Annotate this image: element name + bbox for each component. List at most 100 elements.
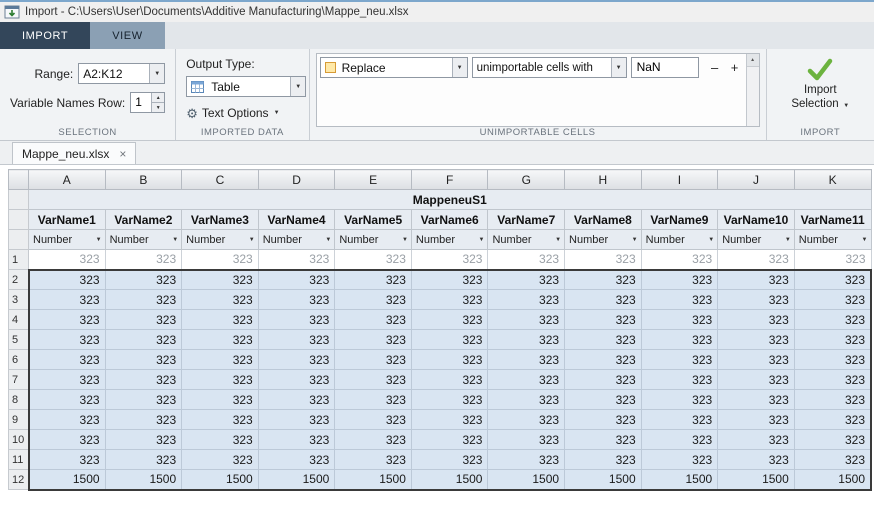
column-header-J[interactable]: J bbox=[718, 170, 795, 190]
grid-cell[interactable]: 323 bbox=[794, 310, 871, 330]
grid-cell[interactable]: 1500 bbox=[105, 470, 182, 490]
grid-cell[interactable]: 323 bbox=[488, 430, 565, 450]
grid-cell[interactable]: 323 bbox=[335, 250, 412, 270]
varname-cell[interactable]: VarName8 bbox=[565, 210, 642, 230]
grid-cell[interactable]: 323 bbox=[488, 310, 565, 330]
grid-cell[interactable]: 323 bbox=[794, 290, 871, 310]
grid-cell[interactable]: 323 bbox=[258, 290, 335, 310]
grid-cell[interactable]: 323 bbox=[488, 370, 565, 390]
grid-cell[interactable]: 323 bbox=[794, 430, 871, 450]
grid-cell[interactable]: 323 bbox=[335, 290, 412, 310]
row-header[interactable]: 8 bbox=[9, 390, 29, 410]
replace-dropdown[interactable]: Replace ▼ bbox=[320, 57, 468, 78]
grid-cell[interactable]: 323 bbox=[29, 390, 106, 410]
row-header[interactable]: 11 bbox=[9, 450, 29, 470]
grid-cell[interactable]: 323 bbox=[565, 350, 642, 370]
type-dropdown[interactable]: Number▼ bbox=[335, 230, 412, 250]
grid-cell[interactable]: 1500 bbox=[411, 470, 488, 490]
grid-cell[interactable]: 323 bbox=[641, 290, 718, 310]
grid-cell[interactable]: 323 bbox=[411, 430, 488, 450]
grid-cell[interactable]: 323 bbox=[29, 290, 106, 310]
grid-cell[interactable]: 1500 bbox=[641, 470, 718, 490]
grid-cell[interactable]: 323 bbox=[641, 370, 718, 390]
grid-cell[interactable]: 323 bbox=[335, 350, 412, 370]
varname-cell[interactable]: VarName4 bbox=[258, 210, 335, 230]
grid-cell[interactable]: 323 bbox=[105, 450, 182, 470]
close-icon[interactable]: × bbox=[119, 147, 126, 161]
grid-cell[interactable]: 323 bbox=[794, 410, 871, 430]
grid-cell[interactable]: 323 bbox=[411, 330, 488, 350]
column-header-I[interactable]: I bbox=[641, 170, 718, 190]
grid-cell[interactable]: 323 bbox=[718, 250, 795, 270]
grid-cell[interactable]: 323 bbox=[105, 250, 182, 270]
grid-cell[interactable]: 323 bbox=[29, 270, 106, 290]
grid-cell[interactable]: 323 bbox=[488, 350, 565, 370]
grid-cell[interactable]: 323 bbox=[258, 270, 335, 290]
grid-cell[interactable]: 1500 bbox=[335, 470, 412, 490]
grid-cell[interactable]: 323 bbox=[411, 390, 488, 410]
grid-cell[interactable]: 323 bbox=[718, 410, 795, 430]
grid-cell[interactable]: 323 bbox=[105, 430, 182, 450]
grid-cell[interactable]: 323 bbox=[565, 270, 642, 290]
grid-cell[interactable]: 323 bbox=[258, 330, 335, 350]
type-dropdown[interactable]: Number▼ bbox=[718, 230, 795, 250]
grid-cell[interactable]: 323 bbox=[641, 330, 718, 350]
type-dropdown[interactable]: Number▼ bbox=[641, 230, 718, 250]
grid-cell[interactable]: 323 bbox=[565, 410, 642, 430]
grid-cell[interactable]: 323 bbox=[718, 390, 795, 410]
grid-cell[interactable]: 323 bbox=[641, 250, 718, 270]
grid-cell[interactable]: 323 bbox=[411, 270, 488, 290]
grid-cell[interactable]: 323 bbox=[641, 350, 718, 370]
grid-cell[interactable]: 323 bbox=[794, 450, 871, 470]
grid-cell[interactable]: 323 bbox=[335, 370, 412, 390]
grid-cell[interactable]: 323 bbox=[411, 310, 488, 330]
grid-cell[interactable]: 323 bbox=[411, 450, 488, 470]
grid-cell[interactable]: 323 bbox=[105, 330, 182, 350]
type-dropdown[interactable]: Number▼ bbox=[411, 230, 488, 250]
spinner-down-icon[interactable]: ▼ bbox=[152, 102, 164, 112]
grid-cell[interactable]: 323 bbox=[411, 410, 488, 430]
column-header-K[interactable]: K bbox=[794, 170, 871, 190]
document-tab-mappe-neu[interactable]: Mappe_neu.xlsx × bbox=[12, 142, 136, 164]
grid-cell[interactable]: 323 bbox=[565, 250, 642, 270]
grid-cell[interactable]: 323 bbox=[565, 370, 642, 390]
grid-cell[interactable]: 1500 bbox=[258, 470, 335, 490]
varname-cell[interactable]: VarName10 bbox=[718, 210, 795, 230]
grid-cell[interactable]: 1500 bbox=[565, 470, 642, 490]
grid-cell[interactable]: 323 bbox=[488, 250, 565, 270]
grid-cell[interactable]: 323 bbox=[29, 310, 106, 330]
import-selection-button[interactable]: Import Selection ▼ bbox=[791, 57, 849, 113]
column-header-B[interactable]: B bbox=[105, 170, 182, 190]
varname-cell[interactable]: VarName6 bbox=[411, 210, 488, 230]
varname-cell[interactable]: VarName9 bbox=[641, 210, 718, 230]
row-header[interactable]: 6 bbox=[9, 350, 29, 370]
grid-cell[interactable]: 323 bbox=[641, 310, 718, 330]
type-dropdown[interactable]: Number▼ bbox=[488, 230, 565, 250]
grid-cell[interactable]: 323 bbox=[641, 390, 718, 410]
grid-cell[interactable]: 323 bbox=[641, 410, 718, 430]
grid-cell[interactable]: 323 bbox=[105, 350, 182, 370]
grid-cell[interactable]: 323 bbox=[182, 390, 259, 410]
grid-cell[interactable]: 323 bbox=[641, 270, 718, 290]
row-header[interactable]: 12 bbox=[9, 470, 29, 490]
type-dropdown[interactable]: Number▼ bbox=[182, 230, 259, 250]
grid-cell[interactable]: 323 bbox=[258, 250, 335, 270]
grid-cell[interactable]: 323 bbox=[488, 390, 565, 410]
output-type-dropdown[interactable]: Table ▼ bbox=[186, 76, 306, 97]
type-dropdown[interactable]: Number▼ bbox=[258, 230, 335, 250]
column-header-E[interactable]: E bbox=[335, 170, 412, 190]
grid-cell[interactable]: 1500 bbox=[182, 470, 259, 490]
grid-cell[interactable]: 323 bbox=[488, 290, 565, 310]
grid-cell[interactable]: 323 bbox=[105, 270, 182, 290]
grid-cell[interactable]: 323 bbox=[488, 270, 565, 290]
varname-cell[interactable]: VarName2 bbox=[105, 210, 182, 230]
variable-names-row-stepper[interactable]: 1 ▲ ▼ bbox=[130, 92, 165, 113]
grid-cell[interactable]: 323 bbox=[105, 370, 182, 390]
tab-view[interactable]: VIEW bbox=[90, 22, 165, 49]
column-header-H[interactable]: H bbox=[565, 170, 642, 190]
grid-cell[interactable]: 323 bbox=[105, 310, 182, 330]
grid-cell[interactable]: 1500 bbox=[29, 470, 106, 490]
replacement-value-input[interactable]: NaN bbox=[631, 57, 699, 78]
grid-cell[interactable]: 323 bbox=[718, 370, 795, 390]
grid-cell[interactable]: 323 bbox=[718, 270, 795, 290]
